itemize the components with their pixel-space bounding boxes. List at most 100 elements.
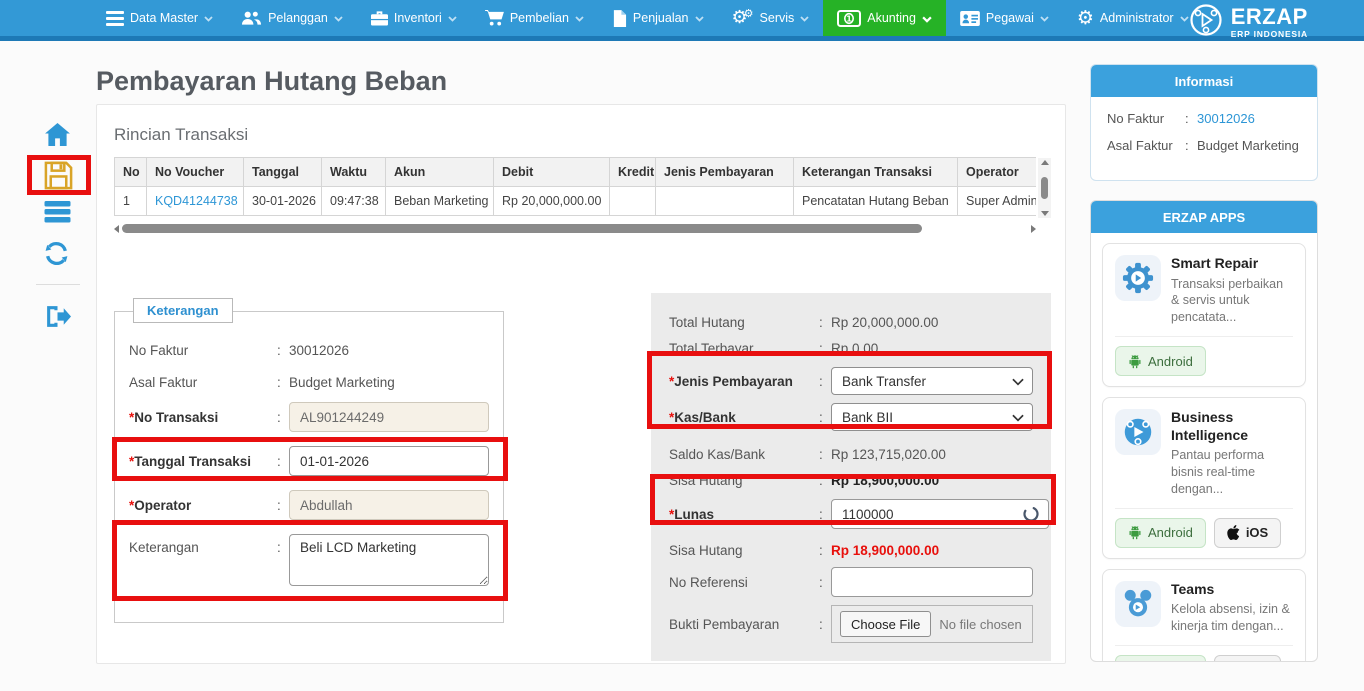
scroll-left-arrow[interactable] (114, 225, 119, 233)
scroll-down-arrow[interactable] (1041, 211, 1049, 216)
nav-item-label: Servis (760, 11, 795, 25)
choose-file-button[interactable]: Choose File (840, 611, 931, 637)
voucher-link[interactable]: KQD41244738 (147, 187, 244, 216)
ios-badge[interactable]: iOS (1214, 655, 1281, 662)
badge-label: iOS (1246, 525, 1268, 540)
colon: : (819, 341, 831, 356)
field-label: Sisa Hutang (669, 473, 819, 488)
table-header-row: No No Voucher Tanggal Waktu Akun Debit K… (115, 158, 1037, 187)
cart-icon (485, 10, 504, 26)
nav-item-label: Akunting (867, 11, 916, 25)
nav-item-pegawai[interactable]: Pegawai (946, 0, 1063, 36)
operator-row: *Operator : (129, 490, 489, 520)
nav-item-label: Penjualan (633, 11, 689, 25)
briefcase-icon (371, 10, 388, 26)
android-badge[interactable]: Android (1115, 655, 1206, 662)
brand-tagline: ERP INDONESIA (1231, 30, 1308, 39)
main-menu: Data Master Pelanggan Inventori Pembelia… (92, 0, 1203, 36)
kas-bank-select[interactable]: Bank BII (831, 403, 1033, 431)
lunas-field[interactable] (831, 499, 1049, 529)
android-badge[interactable]: Android (1115, 346, 1206, 376)
divider (1115, 645, 1293, 646)
nav-item-pembelian[interactable]: Pembelian (471, 0, 598, 36)
field-label: Total Hutang (669, 315, 819, 330)
exit-button[interactable] (44, 304, 71, 334)
horizontal-scroll-thumb[interactable] (122, 224, 922, 233)
selected-option: Bank BII (842, 410, 893, 425)
jenis-pembayaran-select[interactable]: Bank Transfer (831, 367, 1033, 395)
colon: : (819, 575, 831, 590)
nav-item-penjualan[interactable]: Penjualan (598, 0, 718, 36)
col-header-tanggal: Tanggal (244, 158, 322, 187)
no-referensi-field[interactable] (831, 567, 1033, 597)
nav-item-inventori[interactable]: Inventori (357, 0, 471, 36)
asal-faktur-value: Budget Marketing (289, 375, 395, 390)
fieldset-legend: Keterangan (133, 298, 233, 323)
id-card-icon (960, 11, 980, 26)
table-row: 1 KQD41244738 30-01-2026 09:47:38 Beban … (115, 187, 1037, 216)
operator-field (289, 490, 489, 520)
gear-icon: ⚙ (1077, 9, 1094, 28)
app-name: Smart Repair (1171, 255, 1293, 273)
save-button[interactable] (42, 160, 75, 196)
field-label: No Faktur (1107, 111, 1185, 126)
app-card-smart-repair: Smart Repair Transaksi perbaikan & servi… (1102, 243, 1306, 387)
vertical-scroll-thumb[interactable] (1041, 177, 1048, 199)
no-faktur-link[interactable]: 30012026 (289, 343, 349, 358)
cell-keterangan-transaksi: Pencatatan Hutang Beban (794, 187, 958, 216)
field-label: Bukti Pembayaran (669, 617, 819, 632)
cell-debit: Rp 20,000,000.00 (494, 187, 610, 216)
chevron-down-icon (334, 14, 343, 22)
cell-jenis-pembayaran (656, 187, 794, 216)
nav-item-label: Data Master (130, 11, 198, 25)
colon: : (819, 315, 831, 330)
nav-item-data-master[interactable]: Data Master (92, 0, 227, 36)
total-hutang-row: Total Hutang : Rp 20,000,000.00 (669, 309, 1033, 335)
col-header-akun: Akun (386, 158, 494, 187)
chevron-down-icon (1012, 378, 1024, 386)
field-label: Sisa Hutang (669, 543, 819, 558)
chevron-down-icon (1040, 14, 1049, 22)
refresh-button[interactable] (43, 240, 70, 272)
field-label: Saldo Kas/Bank (669, 447, 819, 462)
nav-item-label: Pembelian (510, 11, 569, 25)
total-terbayar-value: Rp 0.00 (831, 341, 878, 356)
svg-text:1: 1 (846, 14, 852, 23)
colon: : (1185, 111, 1197, 126)
scroll-right-arrow[interactable] (1031, 225, 1036, 233)
users-icon (241, 10, 262, 26)
col-header-jenis-pembayaran: Jenis Pembayaran (656, 158, 794, 187)
field-label: *Operator (129, 498, 277, 513)
divider (1115, 508, 1293, 509)
table-horizontal-scrollbar[interactable] (114, 222, 1036, 235)
nav-item-administrator[interactable]: ⚙ Administrator (1063, 0, 1203, 36)
nav-item-akunting[interactable]: 1 Akunting (823, 0, 946, 36)
nav-item-pelanggan[interactable]: Pelanggan (227, 0, 357, 36)
field-label: *Kas/Bank (669, 410, 819, 425)
nav-item-servis[interactable]: ⚙⚙ Servis (718, 0, 824, 36)
android-badge[interactable]: Android (1115, 518, 1206, 548)
selected-option: Bank Transfer (842, 374, 926, 389)
colon: : (277, 375, 289, 390)
colon: : (819, 410, 831, 425)
informasi-panel-header: Informasi (1091, 65, 1317, 97)
total-hutang-value: Rp 20,000,000.00 (831, 315, 938, 330)
chevron-down-icon (448, 14, 457, 22)
info-no-faktur-link[interactable]: 30012026 (1197, 111, 1255, 126)
field-label: Asal Faktur (129, 375, 277, 390)
nav-item-label: Inventori (394, 11, 442, 25)
field-label: *No Transaksi (129, 410, 277, 425)
table-vertical-scrollbar[interactable] (1038, 158, 1051, 218)
cell-kredit (610, 187, 656, 216)
list-view-button[interactable] (44, 201, 71, 228)
document-icon (612, 10, 627, 27)
keterangan-field[interactable]: Beli LCD Marketing (289, 534, 489, 586)
home-button[interactable] (45, 123, 70, 151)
sisa-hutang-after-row: Sisa Hutang : Rp 18,900,000.00 (669, 537, 1033, 563)
colon: : (277, 410, 289, 425)
ios-badge[interactable]: iOS (1214, 518, 1281, 548)
brand-logo[interactable]: ERZAP ERP INDONESIA (1189, 3, 1308, 42)
tanggal-transaksi-field[interactable] (289, 446, 489, 476)
field-label: No Faktur (129, 343, 277, 358)
scroll-up-arrow[interactable] (1041, 160, 1049, 165)
